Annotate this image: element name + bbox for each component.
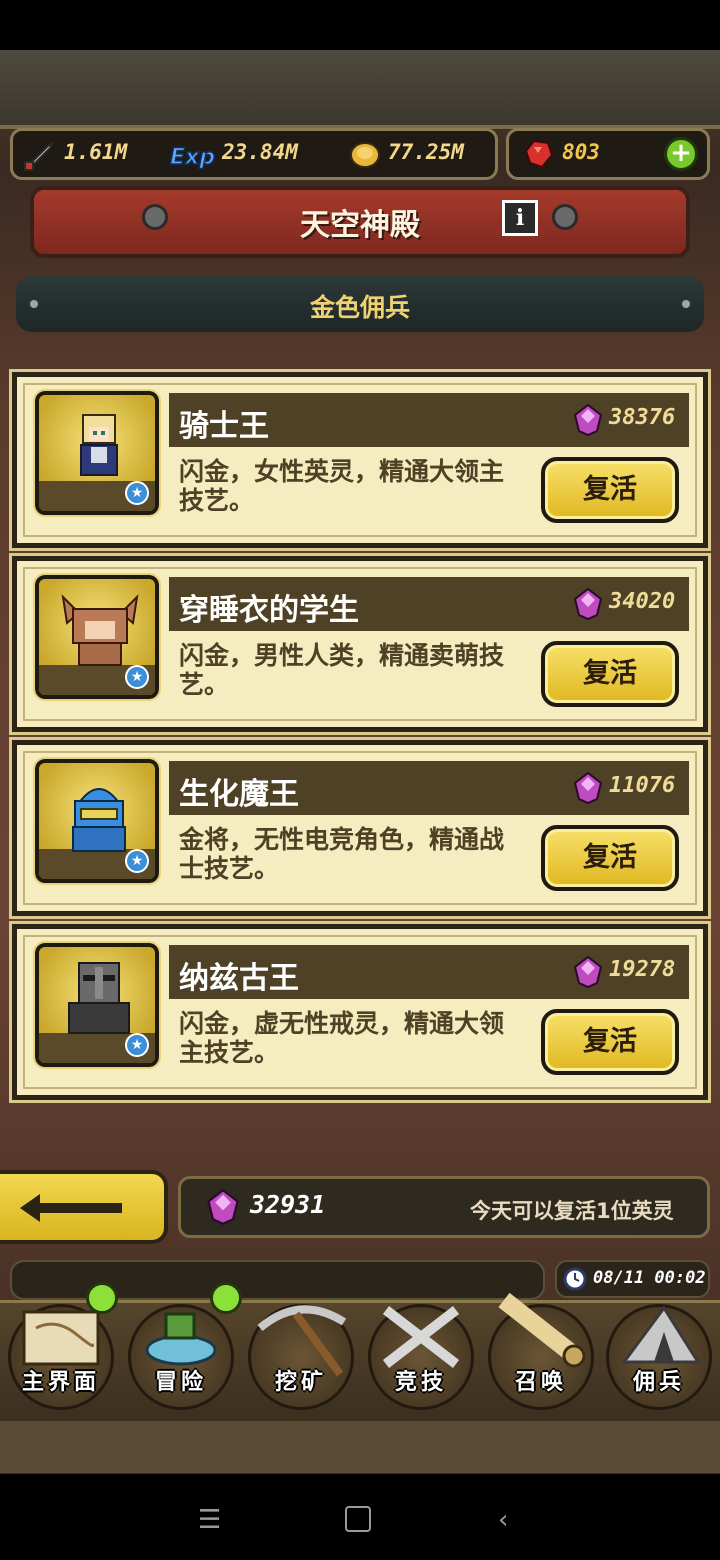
hero-portrait[interactable]: ★ xyxy=(33,941,161,1069)
hero-portrait[interactable]: ★ xyxy=(33,573,161,701)
revive-button[interactable]: 复活 xyxy=(541,825,679,891)
info-button[interactable]: i xyxy=(502,200,538,236)
exp-icon: Exp xyxy=(169,144,215,171)
sword-icon xyxy=(24,141,55,171)
clock-icon xyxy=(563,1267,587,1291)
hero-card: ★ 穿睡衣的学生 34020 闪金，男性人类，精通卖萌技艺。 复活 xyxy=(9,553,711,735)
ruby-icon xyxy=(524,139,554,169)
add-currency-button[interactable]: + xyxy=(664,137,698,171)
lower-background xyxy=(0,1421,720,1473)
nazgul-king-sprite xyxy=(68,962,130,1034)
hero-portrait[interactable]: ★ xyxy=(33,389,161,517)
hero-price: 38376 xyxy=(609,405,676,430)
hero-name: 骑士王 xyxy=(179,409,269,444)
revive-button[interactable]: 复活 xyxy=(541,641,679,707)
hero-name-bar: 纳兹古王 19278 xyxy=(169,945,689,999)
nav-adventure-label: 冒险 xyxy=(154,1370,207,1395)
hero-card: ★ 生化魔王 11076 金将，无性电竞角色，精通战士技艺。 复活 xyxy=(9,737,711,919)
tent-icon xyxy=(621,1305,701,1364)
gold-coin-icon xyxy=(350,142,380,168)
purple-gem-icon xyxy=(573,771,603,805)
hero-name-bar: 穿睡衣的学生 34020 xyxy=(169,577,689,631)
gem-balance: 32931 xyxy=(250,1190,326,1219)
star-badge-icon: ★ xyxy=(125,481,149,505)
page-title: 天空神殿 xyxy=(300,208,420,243)
star-badge-icon: ★ xyxy=(125,665,149,689)
revive-button[interactable]: 复活 xyxy=(541,457,679,523)
nav-main[interactable]: 主界面 xyxy=(2,1298,120,1410)
purple-gem-icon xyxy=(207,1188,239,1225)
nav-mercenary-label: 佣兵 xyxy=(632,1370,685,1395)
hero-name: 纳兹古王 xyxy=(179,961,299,996)
hero-price: 34020 xyxy=(609,589,676,614)
svg-text:Exp: Exp xyxy=(170,145,215,170)
hero-card: ★ 纳兹古王 19278 闪金，虚无性戒灵，精通大领主技艺。 复活 xyxy=(9,921,711,1103)
status-bar xyxy=(0,0,720,50)
nav-summon[interactable]: 召唤 xyxy=(482,1292,600,1410)
nav-mercenary[interactable]: 佣兵 xyxy=(600,1298,718,1410)
crossed-swords-icon xyxy=(382,1306,460,1368)
nav-mining-label: 挖矿 xyxy=(274,1370,327,1395)
nav-summon-label: 召唤 xyxy=(514,1370,567,1395)
hero-card: ★ 骑士王 38376 闪金，女性英灵，精通大领主技艺。 复活 xyxy=(9,369,711,551)
hero-description: 闪金，女性英灵，精通大领主技艺。 xyxy=(179,457,505,515)
purple-gem-icon xyxy=(573,587,603,621)
hero-description: 闪金，男性人类，精通卖萌技艺。 xyxy=(179,641,505,699)
back-arrow-icon xyxy=(20,1194,122,1222)
nav-mining[interactable]: 挖矿 xyxy=(242,1298,360,1410)
gold-value: 77.25M xyxy=(388,140,464,164)
menu-icon[interactable]: ☰ xyxy=(198,1505,221,1535)
notification-dot xyxy=(210,1282,242,1314)
knight-king-sprite xyxy=(80,414,118,476)
hero-price: 19278 xyxy=(609,957,676,982)
star-badge-icon: ★ xyxy=(125,849,149,873)
section-title: 金色佣兵 xyxy=(309,293,410,322)
clock-time: 08/11 00:02 xyxy=(593,1268,706,1288)
purple-gem-icon xyxy=(573,403,603,437)
back-icon[interactable]: ‹ xyxy=(498,1505,508,1535)
purple-gem-icon xyxy=(573,955,603,989)
hero-name: 穿睡衣的学生 xyxy=(179,593,359,628)
hero-price: 11076 xyxy=(609,773,676,798)
island-icon xyxy=(145,1312,217,1366)
hero-description: 闪金，虚无性戒灵，精通大领主技艺。 xyxy=(179,1009,505,1067)
pajama-student-sprite xyxy=(61,594,139,666)
nav-main-label: 主界面 xyxy=(21,1370,100,1395)
star-badge-icon: ★ xyxy=(125,1033,149,1057)
nav-arena-label: 竞技 xyxy=(394,1370,447,1395)
nav-arena[interactable]: 竞技 xyxy=(362,1298,480,1410)
ruby-value: 803 xyxy=(562,140,600,164)
back-button[interactable] xyxy=(0,1170,168,1244)
daily-revive-note: 今天可以复活1位英灵 xyxy=(470,1199,674,1223)
revive-button[interactable]: 复活 xyxy=(541,1009,679,1075)
summon-scroll-icon xyxy=(498,1292,586,1368)
sword-value: 1.61M xyxy=(64,140,128,164)
bio-demon-king-sprite xyxy=(72,788,126,852)
hero-description: 金将，无性电竞角色，精通战士技艺。 xyxy=(179,825,505,883)
nav-adventure[interactable]: 冒险 xyxy=(122,1298,240,1410)
home-icon[interactable] xyxy=(345,1506,371,1532)
hero-name: 生化魔王 xyxy=(179,777,299,812)
notification-dot xyxy=(86,1282,118,1314)
map-scroll-icon xyxy=(22,1310,100,1366)
hero-name-bar: 骑士王 38376 xyxy=(169,393,689,447)
hero-portrait[interactable]: ★ xyxy=(33,757,161,885)
hero-name-bar: 生化魔王 11076 xyxy=(169,761,689,815)
exp-value: 23.84M xyxy=(222,140,298,164)
top-panel xyxy=(0,50,720,129)
